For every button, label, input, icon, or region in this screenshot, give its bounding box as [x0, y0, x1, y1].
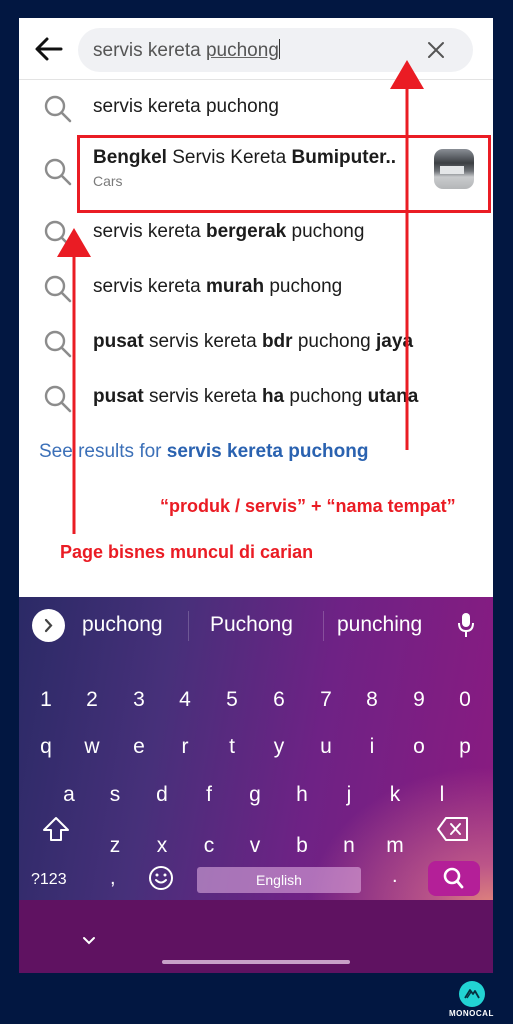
key-j[interactable]: j	[329, 775, 369, 815]
symbols-key[interactable]: ?123	[31, 871, 67, 889]
annotation-keyword-formula: “produk / servis” + “nama tempat”	[160, 496, 456, 516]
search-action-key[interactable]	[428, 861, 480, 896]
microphone-icon[interactable]	[456, 611, 476, 639]
key-2[interactable]: 2	[72, 680, 112, 720]
key-w[interactable]: w	[72, 727, 112, 767]
back-arrow-icon[interactable]	[34, 35, 64, 63]
text-caret	[278, 39, 280, 59]
search-query: servis kereta puchong	[93, 39, 280, 61]
key-g[interactable]: g	[235, 775, 275, 815]
expand-toolbar-button[interactable]	[32, 609, 65, 642]
key-x[interactable]: x	[142, 826, 182, 866]
key-0[interactable]: 0	[445, 680, 485, 720]
keyboard-suggestion-strip: puchong Puchong punching	[19, 597, 493, 651]
key-p[interactable]: p	[445, 727, 485, 767]
key-c[interactable]: c	[189, 826, 229, 866]
key-s[interactable]: s	[95, 775, 135, 815]
chevron-right-icon	[44, 618, 53, 633]
shift-icon[interactable]	[41, 814, 71, 844]
query-suggestion[interactable]: servis kereta murah puchong	[19, 260, 493, 314]
phone-screen: servis kereta puchong servis kereta puch…	[19, 18, 493, 973]
key-z[interactable]: z	[95, 826, 135, 866]
search-icon	[44, 158, 72, 186]
search-icon	[44, 275, 72, 303]
search-input[interactable]: servis kereta puchong	[78, 28, 473, 72]
comma-key[interactable]: ,	[110, 867, 116, 890]
key-6[interactable]: 6	[259, 680, 299, 720]
key-d[interactable]: d	[142, 775, 182, 815]
backspace-icon[interactable]	[436, 815, 470, 843]
key-m[interactable]: m	[375, 826, 415, 866]
key-a[interactable]: a	[49, 775, 89, 815]
key-q[interactable]: q	[26, 727, 66, 767]
divider	[188, 611, 189, 641]
search-icon	[44, 220, 72, 248]
key-r[interactable]: r	[165, 727, 205, 767]
annotation-page-appears: Page bisnes muncul di carian	[60, 542, 314, 562]
key-o[interactable]: o	[399, 727, 439, 767]
suggestion-text: pusat servis kereta bdr puchong jaya	[93, 331, 414, 352]
suggestion-text: servis kereta bergerak puchong	[93, 221, 365, 242]
word-suggestion[interactable]: punching	[337, 613, 422, 637]
highlight-box	[77, 135, 491, 213]
key-v[interactable]: v	[235, 826, 275, 866]
key-b[interactable]: b	[282, 826, 322, 866]
word-suggestion[interactable]: Puchong	[210, 613, 293, 637]
keyboard: puchong Puchong punching 1234567890qwert…	[19, 597, 493, 973]
search-icon	[443, 867, 464, 889]
key-f[interactable]: f	[189, 775, 229, 815]
key-k[interactable]: k	[375, 775, 415, 815]
emoji-icon[interactable]	[148, 865, 174, 891]
query-suggestion[interactable]: pusat servis kereta bdr puchong jaya	[19, 315, 493, 369]
key-y[interactable]: y	[259, 727, 299, 767]
key-5[interactable]: 5	[212, 680, 252, 720]
search-icon	[44, 385, 72, 413]
key-n[interactable]: n	[329, 826, 369, 866]
query-suggestion[interactable]: servis kereta bergerak puchong	[19, 205, 493, 259]
key-u[interactable]: u	[306, 727, 346, 767]
key-t[interactable]: t	[212, 727, 252, 767]
monocal-logo-icon	[459, 981, 485, 1007]
divider	[323, 611, 324, 641]
chevron-down-icon[interactable]	[81, 935, 97, 947]
key-1[interactable]: 1	[26, 680, 66, 720]
suggestion-text: servis kereta puchong	[93, 96, 279, 117]
suggestion-text: pusat servis kereta ha puchong utana	[93, 386, 419, 407]
clear-icon[interactable]	[427, 41, 445, 59]
see-results-link[interactable]: See results for servis kereta puchong	[39, 441, 368, 463]
query-suggestion[interactable]: servis kereta puchong	[19, 80, 493, 134]
suggestion-text: servis kereta murah puchong	[93, 276, 343, 297]
search-header: servis kereta puchong	[19, 18, 493, 80]
query-suggestion[interactable]: pusat servis kereta ha puchong utana	[19, 370, 493, 424]
key-e[interactable]: e	[119, 727, 159, 767]
key-7[interactable]: 7	[306, 680, 346, 720]
key-l[interactable]: l	[422, 775, 462, 815]
key-8[interactable]: 8	[352, 680, 392, 720]
period-key[interactable]: .	[392, 865, 398, 888]
key-3[interactable]: 3	[119, 680, 159, 720]
search-icon	[44, 95, 72, 123]
space-key[interactable]: English	[197, 867, 361, 893]
key-h[interactable]: h	[282, 775, 322, 815]
key-4[interactable]: 4	[165, 680, 205, 720]
search-icon	[44, 330, 72, 358]
watermark-brand: MONOCAL	[449, 1009, 494, 1018]
key-i[interactable]: i	[352, 727, 392, 767]
word-suggestion[interactable]: puchong	[82, 613, 163, 637]
gesture-nav-bar[interactable]	[162, 960, 350, 964]
key-9[interactable]: 9	[399, 680, 439, 720]
